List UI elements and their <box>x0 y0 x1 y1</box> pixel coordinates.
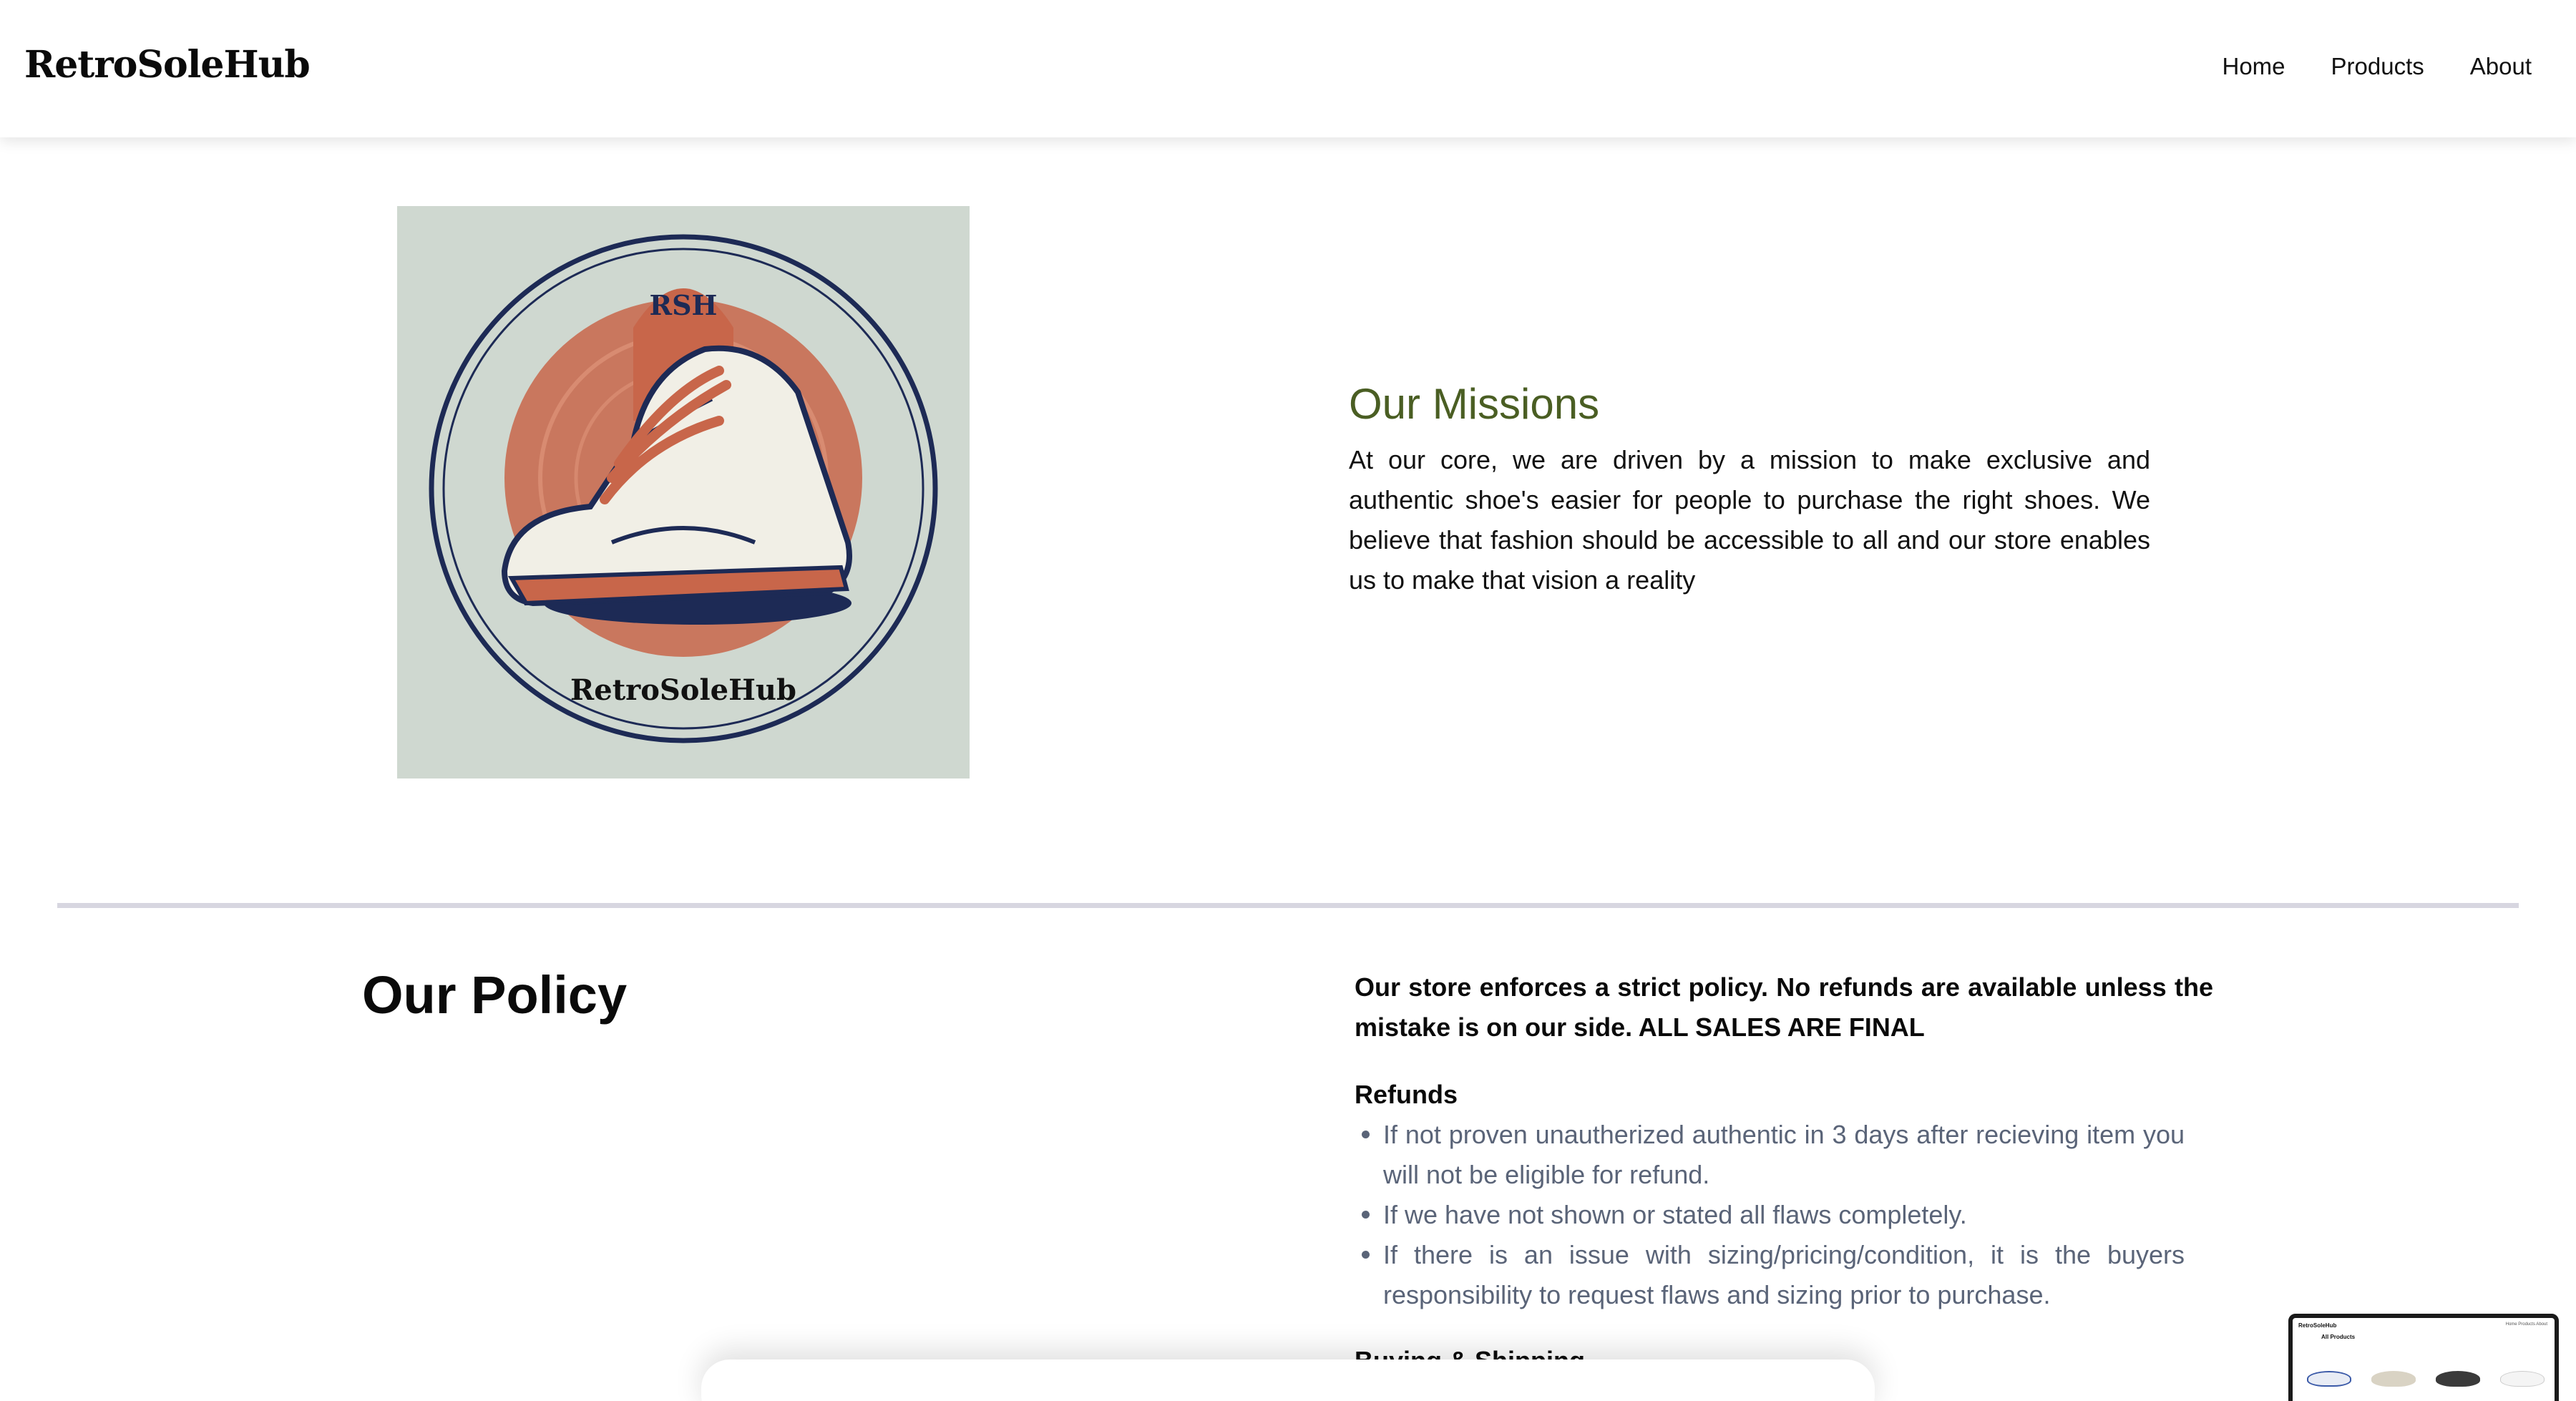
site-logo[interactable]: RetroSoleHub <box>24 43 311 87</box>
thumbnail-brand: RetroSoleHub <box>2298 1322 2337 1329</box>
thumbnail-nav: Home Products About <box>2505 1322 2547 1327</box>
policy-section: Our store enforces a strict policy. No r… <box>1355 967 2213 1381</box>
sneaker-emblem-illustration: RSH RetroSoleHub <box>397 206 970 778</box>
about-page: RetroSoleHub Home Products About RSH Ret… <box>0 0 2576 1401</box>
emblem-top-text: RSH <box>650 289 718 321</box>
section-divider <box>57 903 2519 908</box>
thumbnail-shoe-image <box>2500 1371 2545 1387</box>
mission-title: Our Missions <box>1349 380 1600 428</box>
refunds-heading: Refunds <box>1355 1080 1458 1109</box>
refund-item: If not proven unautherized authentic in … <box>1355 1115 2185 1195</box>
thumbnail-title: All Products <box>2321 1334 2356 1340</box>
policy-title: Our Policy <box>362 965 628 1025</box>
thumbnail-shoe-image <box>2307 1371 2351 1387</box>
refund-item: If there is an issue with sizing/pricing… <box>1355 1235 2185 1315</box>
mission-body: At our core, we are driven by a mission … <box>1349 445 2150 595</box>
refunds-list: If not proven unautherized authentic in … <box>1355 1115 2185 1315</box>
emblem-bottom-text: RetroSoleHub <box>570 673 796 707</box>
nav-about-link[interactable]: About <box>2470 53 2532 80</box>
refund-item: If we have not shown or stated all flaws… <box>1355 1195 2185 1235</box>
nav-products-link[interactable]: Products <box>2331 53 2424 80</box>
window-preview-thumbnail[interactable]: RetroSoleHub Home Products About All Pro… <box>2288 1314 2559 1401</box>
mission-section: Our Missions At our core, we are driven … <box>1349 379 2150 600</box>
site-header: RetroSoleHub Home Products About <box>0 0 2576 137</box>
main-nav: Home Products About <box>2222 53 2532 80</box>
thumbnail-shoe-image <box>2371 1371 2416 1387</box>
nav-home-link[interactable]: Home <box>2222 53 2285 80</box>
policy-intro: Our store enforces a strict policy. No r… <box>1355 972 2213 1042</box>
brand-logo-image: RSH RetroSoleHub <box>397 206 970 778</box>
bottom-overlay-shadow <box>701 1359 1875 1401</box>
thumbnail-shoe-image <box>2436 1371 2480 1387</box>
